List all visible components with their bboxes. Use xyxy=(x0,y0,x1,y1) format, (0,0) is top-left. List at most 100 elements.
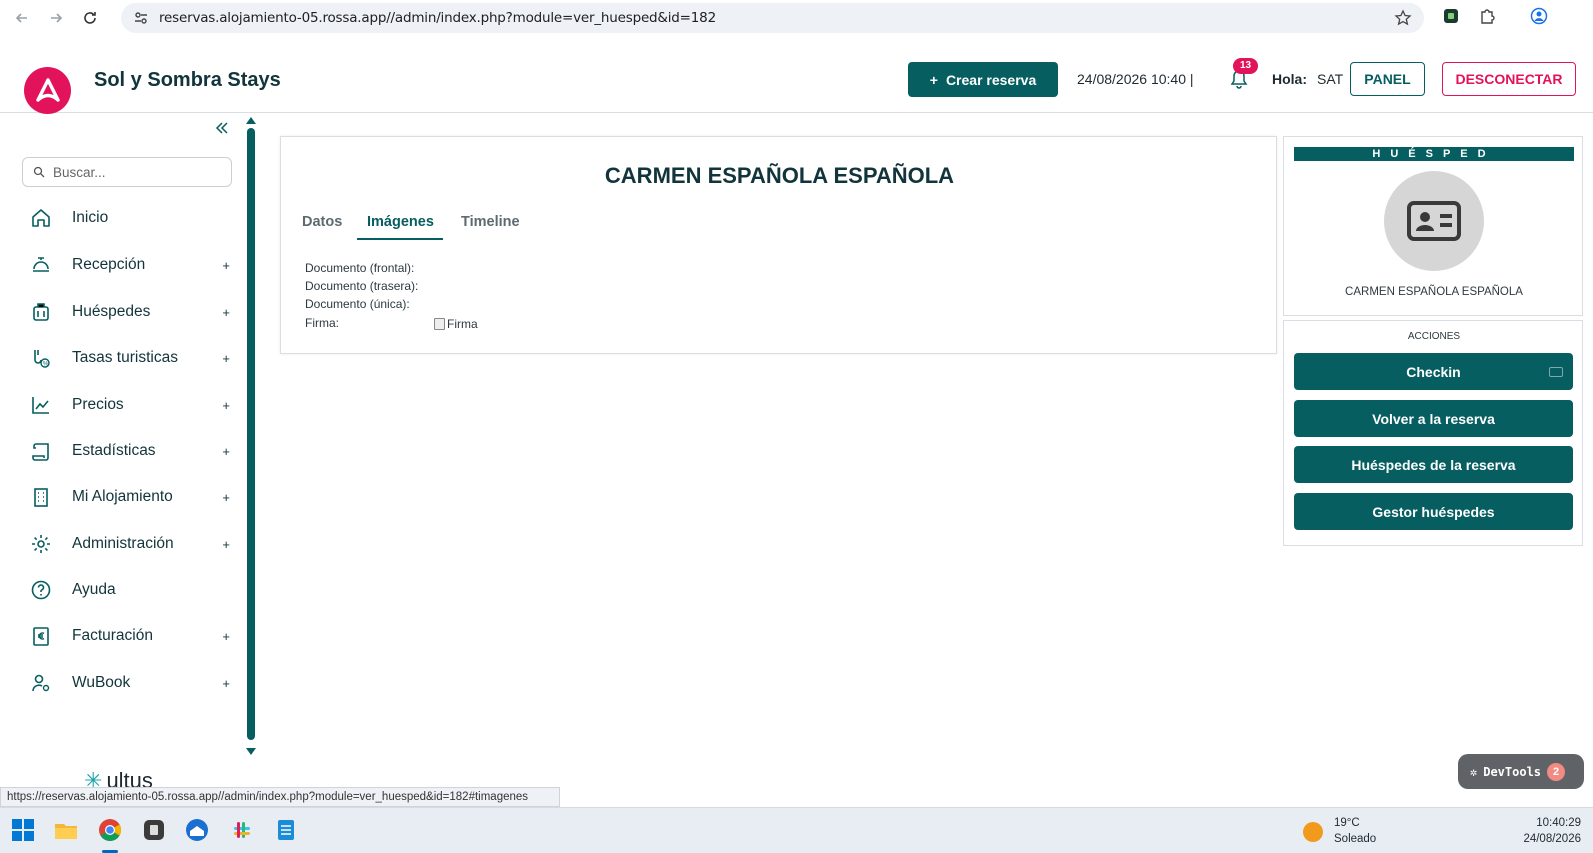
chrome-icon[interactable] xyxy=(97,817,123,843)
scroll-down-arrow[interactable] xyxy=(246,748,256,755)
username: SAT xyxy=(1317,71,1344,87)
file-explorer-icon[interactable] xyxy=(53,817,79,843)
user-gear-icon xyxy=(32,674,50,692)
tab-datos[interactable]: Datos xyxy=(302,214,342,230)
euro-receipt-icon xyxy=(33,627,49,646)
windows-start-icon[interactable] xyxy=(10,817,36,843)
document-back-label: Documento (trasera): xyxy=(305,279,419,293)
broken-image-icon xyxy=(434,318,445,330)
sidebar-item-label: Mi Alojamiento xyxy=(72,488,173,505)
sidebar-item-mi-alojamiento[interactable]: Mi Alojamiento + xyxy=(30,482,234,512)
sidebar-item-administracion[interactable]: Administración + xyxy=(30,529,234,559)
search-input[interactable] xyxy=(53,164,223,180)
weather-description[interactable]: Soleado xyxy=(1334,833,1376,845)
panel-button[interactable]: PANEL xyxy=(1350,62,1425,96)
scroll-icon xyxy=(32,443,49,461)
avatar xyxy=(1384,171,1484,271)
thunderbird-icon[interactable] xyxy=(184,817,210,843)
signature-label: Firma: xyxy=(305,316,339,330)
weather-temperature[interactable]: 19°C xyxy=(1334,817,1360,829)
document-front-label: Documento (frontal): xyxy=(305,261,415,275)
collapse-sidebar-icon[interactable] xyxy=(214,120,230,136)
weather-sun-icon[interactable] xyxy=(1303,822,1323,842)
create-reservation-label: Crear reserva xyxy=(945,71,1037,88)
logout-button[interactable]: DESCONECTAR xyxy=(1442,62,1576,96)
forward-icon[interactable] xyxy=(44,6,68,30)
bug-icon: ✲ xyxy=(1470,764,1478,779)
taskbar-time[interactable]: 10:40:29 xyxy=(1536,817,1581,829)
actions-label: ACCIONES xyxy=(1407,331,1461,342)
expand-icon: + xyxy=(222,443,230,459)
active-tab-indicator xyxy=(357,238,443,240)
devtools-button[interactable]: ✲ DevTools 2 xyxy=(1458,754,1584,789)
profile-icon[interactable] xyxy=(1530,7,1548,25)
expand-icon: + xyxy=(222,350,230,366)
brand-logo[interactable] xyxy=(24,67,71,114)
guest-summary-name: CARMEN ESPAÑOLA ESPAÑOLA xyxy=(1345,286,1523,298)
sidebar-item-label: WuBook xyxy=(72,674,131,691)
bookmark-star-icon[interactable] xyxy=(1394,9,1412,27)
create-reservation-button[interactable]: + Crear reserva xyxy=(908,62,1058,97)
sidebar-item-label: Inicio xyxy=(72,209,109,226)
sidebar-search[interactable] xyxy=(22,157,232,187)
sidebar-item-label: Estadísticas xyxy=(72,442,156,459)
guest-manager-button[interactable]: Gestor huéspedes xyxy=(1294,493,1573,530)
scroll-up-arrow[interactable] xyxy=(246,117,256,124)
back-to-reservation-button[interactable]: Volver a la reserva xyxy=(1294,400,1573,437)
terminal-app-icon[interactable] xyxy=(141,817,167,843)
chart-line-icon xyxy=(32,397,49,414)
actions-card: ACCIONES Checkin Volver a la reserva Hué… xyxy=(1283,320,1583,546)
sidebar-item-label: Ayuda xyxy=(72,581,116,598)
plus-icon: + xyxy=(929,71,938,88)
devtools-label: DevTools xyxy=(1483,764,1542,779)
brand-name[interactable]: Sol y Sombra Stays xyxy=(94,69,281,92)
sidebar-item-precios[interactable]: Precios + xyxy=(30,390,234,420)
home-icon xyxy=(32,209,50,227)
back-icon[interactable] xyxy=(10,6,34,30)
expand-icon: + xyxy=(222,257,230,273)
sidebar-item-inicio[interactable]: Inicio xyxy=(30,203,234,233)
sidebar-item-ayuda[interactable]: Ayuda xyxy=(30,575,234,605)
document-single-label: Documento (única): xyxy=(305,297,410,311)
sidebar-item-label: Precios xyxy=(72,396,124,413)
notepad-icon[interactable] xyxy=(273,817,299,843)
sidebar-item-huespedes[interactable]: Huéspedes + xyxy=(30,297,234,327)
expand-icon: + xyxy=(222,628,230,644)
id-card-small-icon xyxy=(1549,367,1563,377)
sidebar-scrollbar[interactable] xyxy=(247,128,255,740)
address-bar[interactable]: reservas.alojamiento-05.rossa.app//admin… xyxy=(121,3,1424,33)
extension-icon[interactable] xyxy=(1442,7,1460,25)
sidebar-item-wubook[interactable]: WuBook + xyxy=(30,668,234,698)
checkin-button[interactable]: Checkin xyxy=(1294,353,1573,390)
tab-imagenes[interactable]: Imágenes xyxy=(367,214,434,230)
url-text[interactable]: reservas.alojamiento-05.rossa.app//admin… xyxy=(159,10,716,26)
taskbar-date[interactable]: 24/08/2026 xyxy=(1523,833,1581,845)
greeting-label: Hola: xyxy=(1272,71,1307,87)
link-status-bar: https://reservas.alojamiento-05.rossa.ap… xyxy=(0,787,560,807)
current-datetime: 24/08/2026 10:40 | xyxy=(1077,71,1194,87)
search-icon xyxy=(33,166,45,178)
notifications-badge: 13 xyxy=(1233,58,1258,74)
gear-icon xyxy=(32,535,50,553)
sidebar-item-recepcion[interactable]: Recepción + xyxy=(30,250,234,280)
puzzle-icon[interactable] xyxy=(1478,7,1496,25)
sidebar-item-label: Facturación xyxy=(72,627,153,644)
slack-icon[interactable] xyxy=(229,817,255,843)
sidebar-item-estadisticas[interactable]: Estadísticas + xyxy=(30,436,234,466)
expand-icon: + xyxy=(222,675,230,691)
guest-detail-card: CARMEN ESPAÑOLA ESPAÑOLA Datos Imágenes … xyxy=(280,136,1277,354)
tab-timeline[interactable]: Timeline xyxy=(461,214,520,230)
reservation-guests-button[interactable]: Huéspedes de la reserva xyxy=(1294,446,1573,483)
help-icon xyxy=(31,580,51,600)
signature-image: Firma xyxy=(434,317,478,331)
site-settings-icon[interactable] xyxy=(133,10,149,26)
guest-summary-card: HUÉSPED CARMEN ESPAÑOLA ESPAÑOLA xyxy=(1283,136,1583,316)
sidebar-item-facturacion[interactable]: Facturación + xyxy=(30,621,234,651)
sidebar-item-label: Recepción xyxy=(72,256,146,273)
app-header: Sol y Sombra Stays + Crear reserva 24/08… xyxy=(0,41,1593,114)
reload-icon[interactable] xyxy=(78,6,102,30)
luggage-icon xyxy=(33,303,49,321)
checkin-label: Checkin xyxy=(1406,363,1461,380)
expand-icon: + xyxy=(222,489,230,505)
sidebar-item-tasas-turisticas[interactable]: % Tasas turisticas + xyxy=(30,343,234,373)
